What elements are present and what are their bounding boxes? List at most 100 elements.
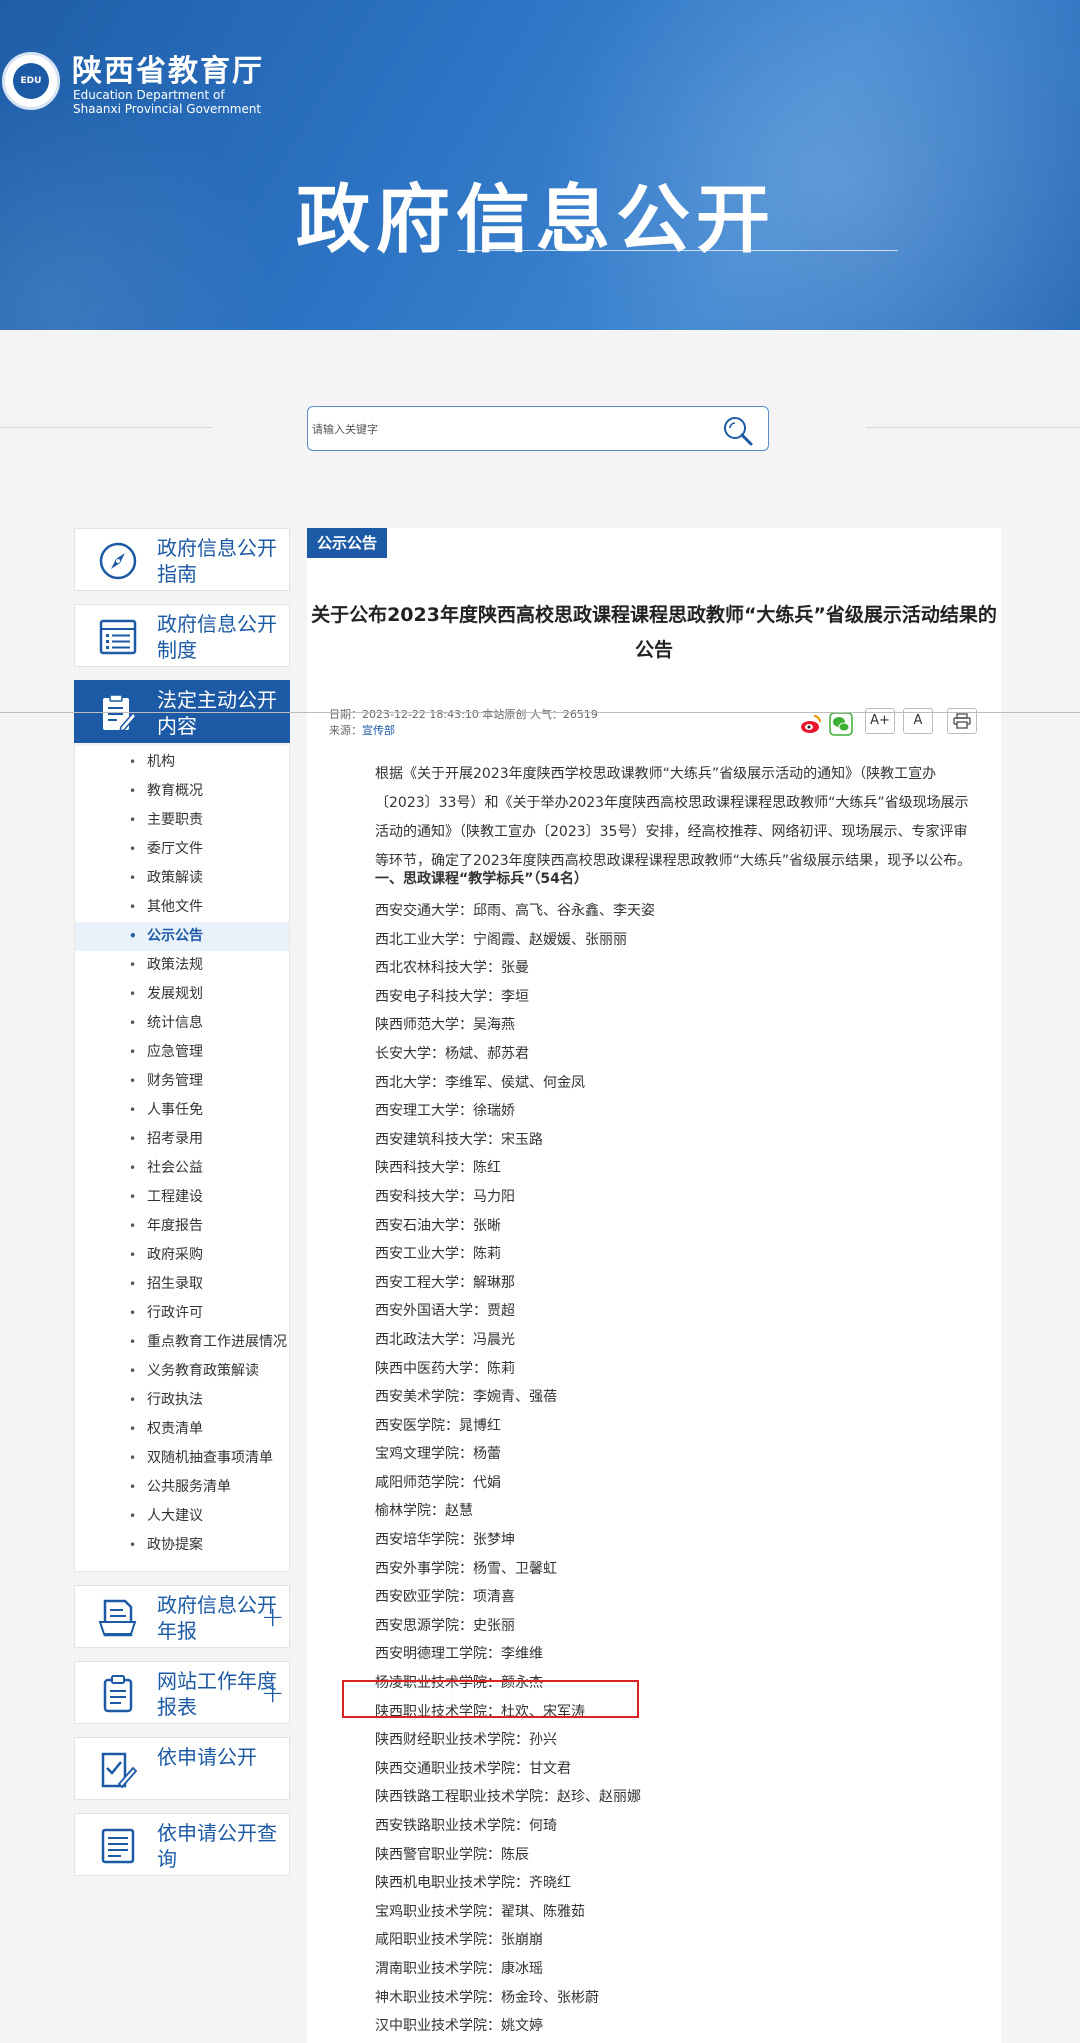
sidebar-card-annual-report[interactable]: 政府信息公开年报 + <box>74 1585 290 1648</box>
sidebar-item[interactable]: 招生录取 <box>75 1270 289 1299</box>
sidebar-card-label: 政府信息公开年报 <box>157 1593 277 1643</box>
sidebar-item[interactable]: 政策解读 <box>75 864 289 893</box>
horizontal-rule <box>0 712 1080 713</box>
source-link[interactable]: 宣传部 <box>362 724 395 737</box>
logo-emblem[interactable]: EDU <box>2 52 60 110</box>
sidebar-card-apply-query[interactable]: 依申请公开查询 <box>74 1813 290 1876</box>
sidebar-item[interactable]: 社会公益 <box>75 1154 289 1183</box>
sidebar-card-label: 政府信息公开指南 <box>157 536 277 586</box>
list-item: 西安外事学院：杨雪、卫馨虹 <box>375 1560 557 1577</box>
list-item: 神木职业技术学院：杨金玲、张彬蔚 <box>375 1989 599 2006</box>
banner-underline <box>458 250 898 251</box>
winners-list: 西安交通大学：邱雨、高飞、谷永鑫、李天姿 西北工业大学：宁阁霞、赵嫒媛、张丽丽 西北… <box>375 897 935 2041</box>
sidebar-item[interactable]: 行政执法 <box>75 1386 289 1415</box>
sidebar-item[interactable]: 年度报告 <box>75 1212 289 1241</box>
list-item: 西北大学：李维军、侯斌、何金凤 <box>375 1074 585 1091</box>
document-lines-icon <box>97 1826 139 1866</box>
checklist-pen-icon <box>97 1750 139 1790</box>
sidebar-subnav: 机构教育概况主要职责委厅文件政策解读其他文件公示公告政策法规发展规划统计信息应急… <box>74 746 290 1572</box>
list-item: 西安电子科技大学：李垣 <box>375 988 529 1005</box>
sidebar-card-website-report[interactable]: 网站工作年度报表 + <box>74 1661 290 1724</box>
report-document-icon <box>97 1598 139 1638</box>
brand-name[interactable]: 陕西省教育厅 <box>72 46 264 90</box>
list-item: 西安理工大学：徐瑞娇 <box>375 1103 515 1120</box>
sidebar-card-guide[interactable]: 政府信息公开指南 <box>74 528 290 591</box>
list-item: 西安美术学院：李婉青、强蓓 <box>375 1389 557 1406</box>
sidebar-item[interactable]: 发展规划 <box>75 980 289 1009</box>
list-item: 西安外国语大学：贾超 <box>375 1303 515 1320</box>
sidebar-item[interactable]: 招考录用 <box>75 1125 289 1154</box>
expand-icon[interactable]: + <box>261 1676 284 1709</box>
compass-icon <box>97 541 139 581</box>
sidebar-item[interactable]: 人大建议 <box>75 1502 289 1531</box>
search-icon[interactable] <box>718 413 758 447</box>
list-item: 西安思源学院：史张丽 <box>375 1617 515 1634</box>
sidebar-card-label: 政府信息公开制度 <box>157 612 277 662</box>
search-box <box>307 406 769 451</box>
brand-english-line1: Education Department of <box>73 88 225 102</box>
list-item: 陕西铁路工程职业技术学院：赵珍、赵丽娜 <box>375 1789 641 1806</box>
list-item: 西安建筑科技大学：宋玉路 <box>375 1131 543 1148</box>
list-item: 西安欧亚学院：项清喜 <box>375 1589 515 1606</box>
sidebar-item[interactable]: 公共服务清单 <box>75 1473 289 1502</box>
list-item: 陕西交通职业技术学院：甘文君 <box>375 1760 571 1777</box>
sidebar-item[interactable]: 其他文件 <box>75 893 289 922</box>
sidebar-item[interactable]: 应急管理 <box>75 1038 289 1067</box>
list-item: 陕西财经职业技术学院：孙兴 <box>375 1732 557 1749</box>
list-item: 长安大学：杨斌、郝苏君 <box>375 1045 529 1062</box>
list-item: 西安明德理工学院：李维维 <box>375 1646 543 1663</box>
print-icon <box>953 713 971 729</box>
section-title: 一、思政课程“教学标兵”（54名） <box>375 871 588 887</box>
sidebar-card-label: 依申请公开查询 <box>157 1821 277 1871</box>
sidebar-item[interactable]: 权责清单 <box>75 1415 289 1444</box>
header-banner: EDU 陕西省教育厅 Education Department of Shaan… <box>0 0 1080 330</box>
list-item: 咸阳职业技术学院：张崩崩 <box>375 1932 543 1949</box>
highlight-box <box>342 1680 639 1718</box>
sidebar-item[interactable]: 委厅文件 <box>75 835 289 864</box>
sidebar-item[interactable]: 财务管理 <box>75 1067 289 1096</box>
weibo-icon[interactable] <box>799 712 823 736</box>
brand-english-line2: Shaanxi Provincial Government <box>73 102 262 116</box>
list-item: 西安培华学院：张梦坤 <box>375 1532 515 1549</box>
sidebar-item[interactable]: 政策法规 <box>75 951 289 980</box>
list-item: 陕西机电职业技术学院：齐晓红 <box>375 1875 571 1892</box>
sidebar-card-label: 网站工作年度报表 <box>157 1669 277 1719</box>
sidebar-item[interactable]: 机构 <box>75 748 289 777</box>
sidebar-card-apply[interactable]: 依申请公开 <box>74 1737 290 1800</box>
sidebar-item[interactable]: 公示公告 <box>75 922 289 951</box>
sidebar-item[interactable]: 主要职责 <box>75 806 289 835</box>
sidebar-item[interactable]: 教育概况 <box>75 777 289 806</box>
category-tag[interactable]: 公示公告 <box>307 528 388 558</box>
clipboard-edit-icon <box>97 693 139 733</box>
sidebar-card-system[interactable]: 政府信息公开制度 <box>74 604 290 667</box>
sidebar-item[interactable]: 重点教育工作进展情况 <box>75 1328 289 1357</box>
sidebar-item[interactable]: 义务教育政策解读 <box>75 1357 289 1386</box>
list-item: 陕西师范大学：吴海燕 <box>375 1017 515 1034</box>
clipboard-list-icon <box>97 1674 139 1714</box>
sidebar-item[interactable]: 人事任免 <box>75 1096 289 1125</box>
sidebar-item[interactable]: 双随机抽查事项清单 <box>75 1444 289 1473</box>
list-item: 宝鸡文理学院：杨蕾 <box>375 1446 501 1463</box>
logo-inner: EDU <box>13 63 49 99</box>
expand-icon[interactable]: + <box>261 1600 284 1633</box>
article-title: 关于公布2023年度陕西高校思政课程课程思政教师“大练兵”省级展示活动结果的公告 <box>311 604 997 661</box>
list-item: 西安工程大学：解琳那 <box>375 1274 515 1291</box>
sidebar-item[interactable]: 行政许可 <box>75 1299 289 1328</box>
list-item: 陕西科技大学：陈红 <box>375 1160 501 1177</box>
wechat-icon[interactable] <box>829 712 853 736</box>
list-item: 西北政法大学：冯晨光 <box>375 1331 515 1348</box>
list-item: 陕西中医药大学：陈莉 <box>375 1360 515 1377</box>
list-item: 陕西警官职业学院：陈辰 <box>375 1846 529 1863</box>
list-item: 宝鸡职业技术学院：翟琪、陈雅茹 <box>375 1903 585 1920</box>
list-document-icon <box>97 617 139 657</box>
list-item: 西安石油大学：张晰 <box>375 1217 501 1234</box>
search-input[interactable] <box>312 413 692 445</box>
banner-glow-secondary <box>0 100 300 330</box>
sidebar-item[interactable]: 工程建设 <box>75 1183 289 1212</box>
article-panel: 公示公告 关于公布2023年度陕西高校思政课程课程思政教师“大练兵”省级展示活动… <box>307 528 1001 2043</box>
logo-text: EDU <box>20 76 42 86</box>
sidebar-item[interactable]: 统计信息 <box>75 1009 289 1038</box>
sidebar-card-label: 依申请公开 <box>157 1745 257 1769</box>
sidebar-item[interactable]: 政协提案 <box>75 1531 289 1560</box>
sidebar-item[interactable]: 政府采购 <box>75 1241 289 1270</box>
